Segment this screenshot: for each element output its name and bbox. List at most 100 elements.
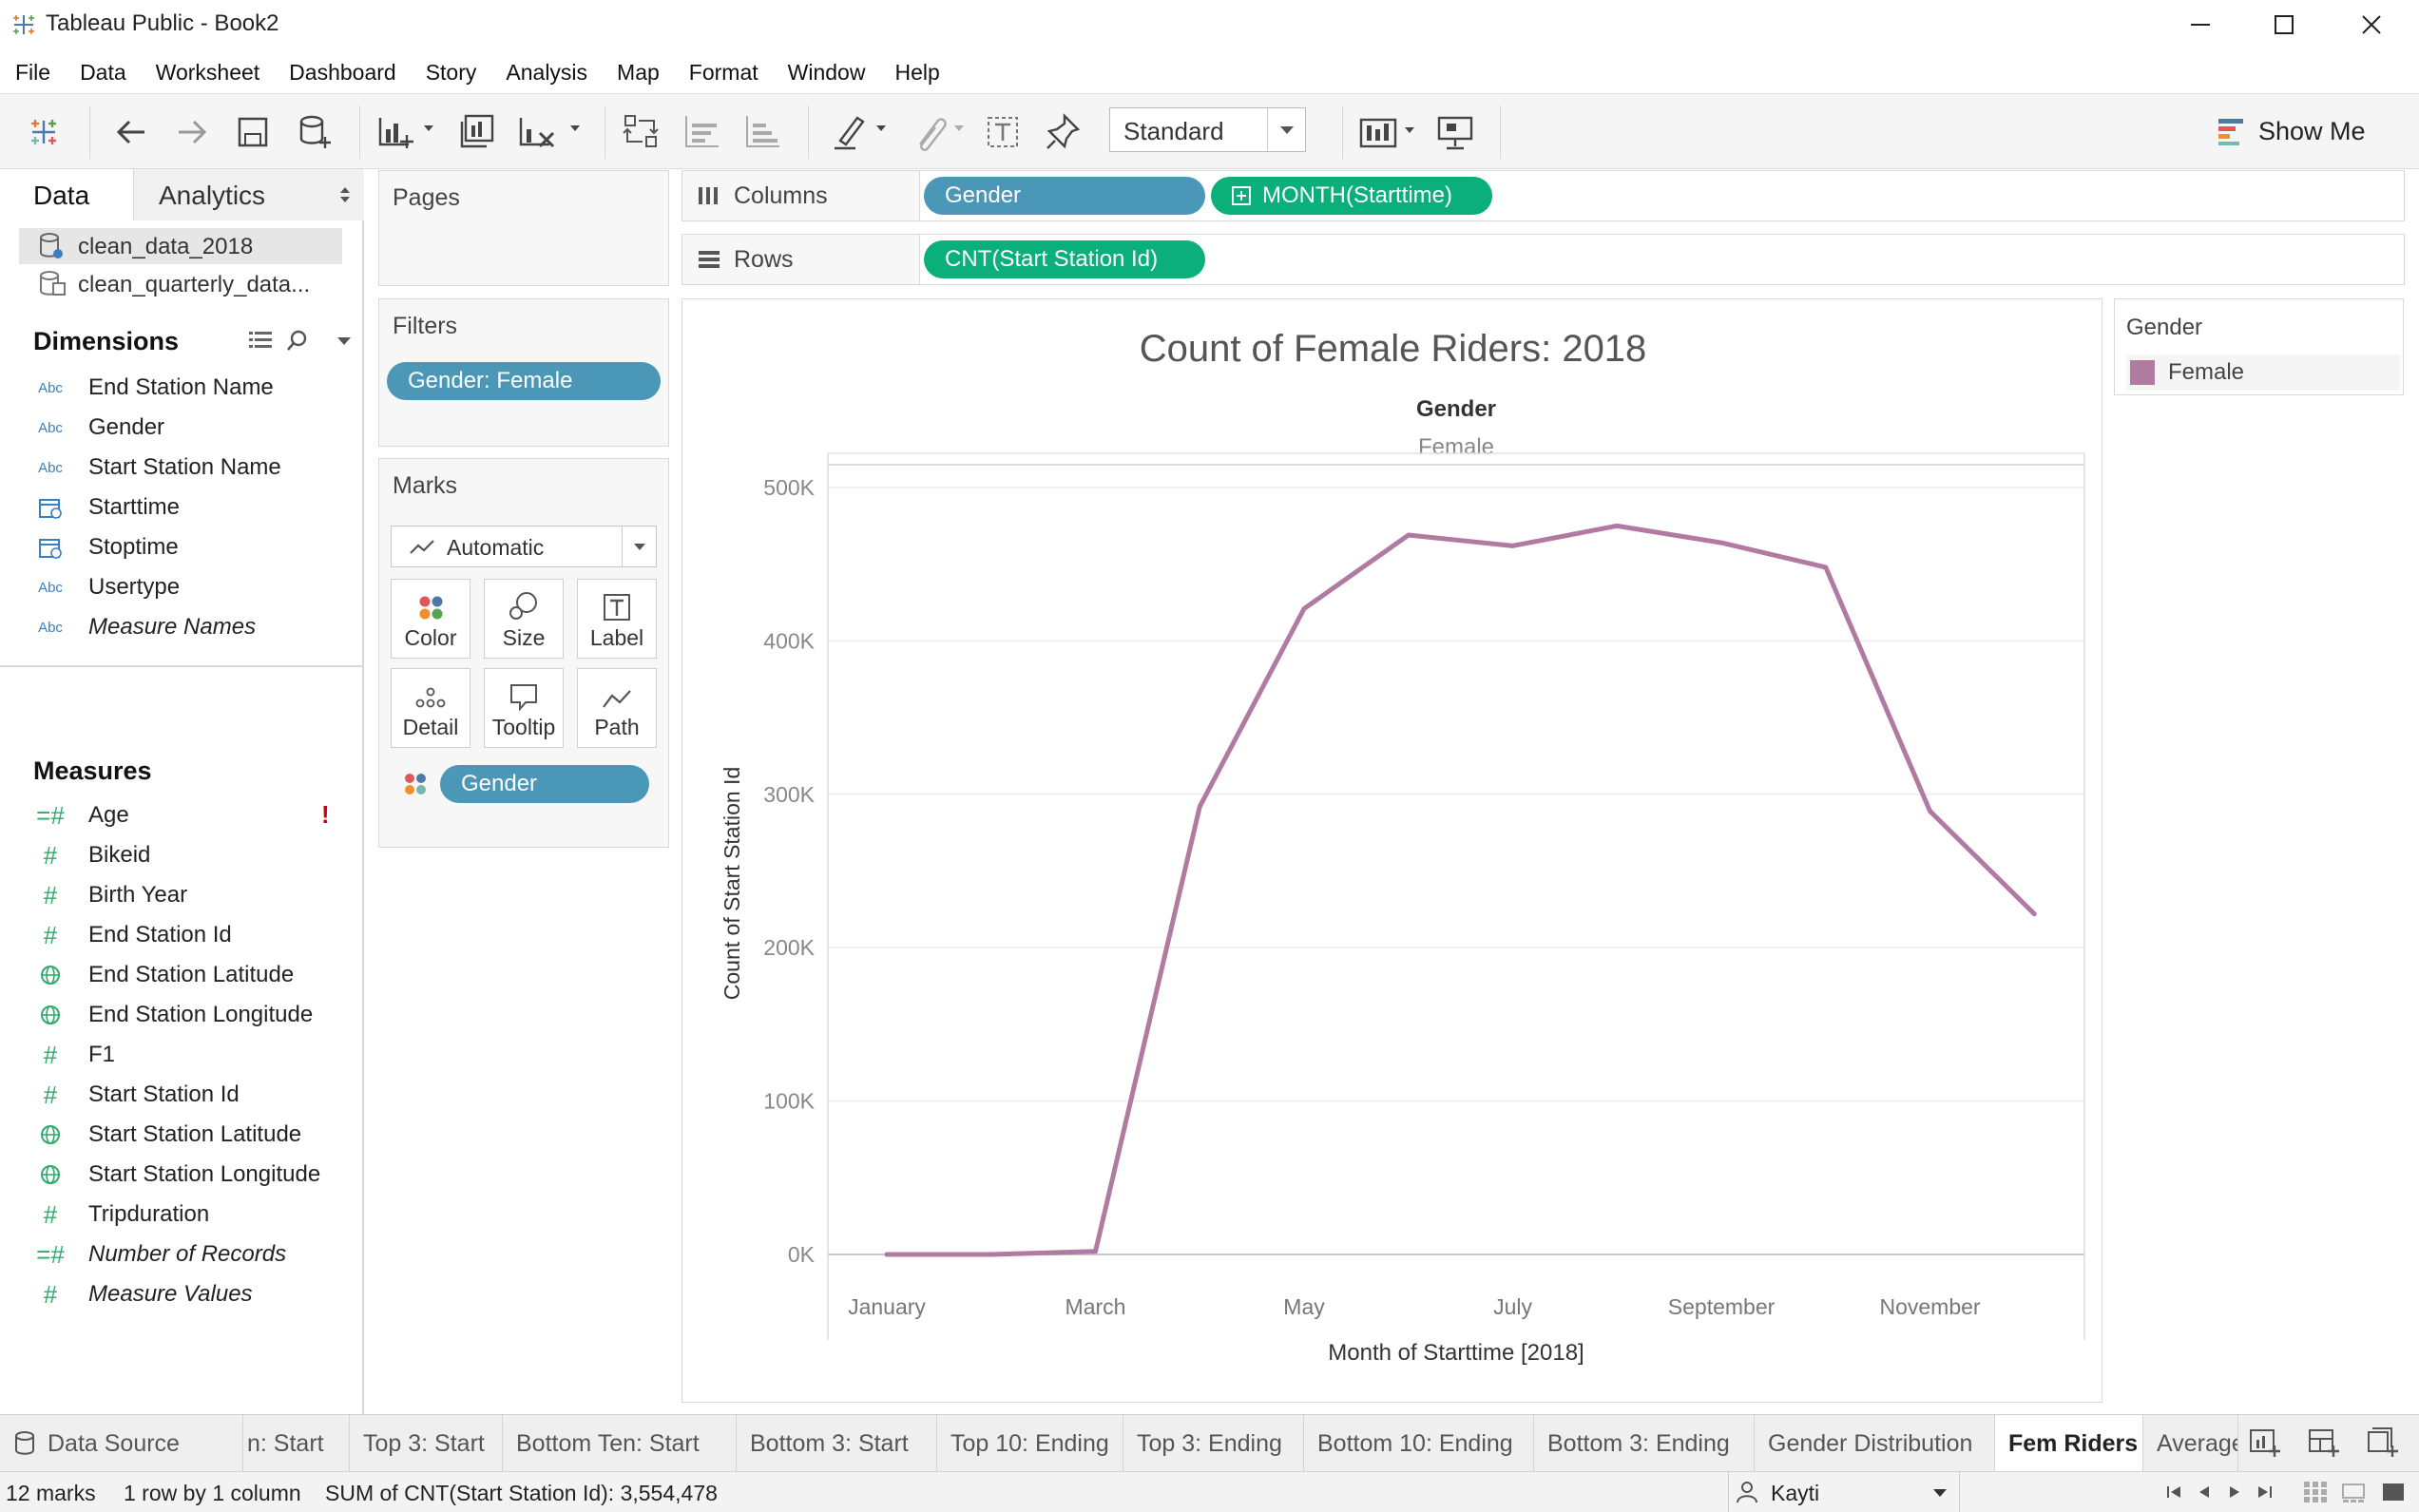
menu-format[interactable]: Format xyxy=(689,60,758,86)
dimension-field[interactable]: Abc Gender xyxy=(33,411,164,445)
new-worksheet-button[interactable] xyxy=(376,111,437,153)
tab-data[interactable]: Data xyxy=(0,169,133,220)
mark-type-select[interactable]: Automatic xyxy=(391,526,657,567)
measure-field[interactable]: # F1 xyxy=(33,1038,115,1072)
save-button[interactable] xyxy=(234,111,272,153)
tab-sheet[interactable]: Top 3: Start xyxy=(350,1415,503,1472)
menu-window[interactable]: Window xyxy=(788,60,866,86)
show-mark-labels-button[interactable] xyxy=(983,111,1023,153)
maximize-button[interactable] xyxy=(2241,0,2327,49)
columns-pill-month[interactable]: MONTH(Starttime) xyxy=(1211,177,1492,215)
measure-field[interactable]: End Station Latitude xyxy=(33,958,294,992)
tab-sheet[interactable]: Bottom 3: Ending xyxy=(1534,1415,1755,1472)
start-page-button[interactable] xyxy=(25,111,63,153)
marks-path-button[interactable]: Path xyxy=(577,668,657,748)
datasource-item[interactable]: clean_data_2018 xyxy=(19,228,342,264)
new-worksheet-tab-button[interactable] xyxy=(2249,1426,2281,1464)
chevron-down-icon[interactable] xyxy=(336,336,352,346)
measure-field[interactable]: Start Station Longitude xyxy=(33,1158,320,1192)
dimension-field[interactable]: Stoptime xyxy=(33,530,179,565)
rows-pill-count[interactable]: CNT(Start Station Id) xyxy=(924,240,1205,278)
next-sheet-icon[interactable] xyxy=(2226,1483,2243,1501)
tab-analytics[interactable]: Analytics xyxy=(133,169,364,220)
undo-button[interactable] xyxy=(112,111,150,153)
search-icon[interactable] xyxy=(287,330,308,351)
view-list-icon[interactable] xyxy=(249,331,272,350)
new-story-tab-button[interactable] xyxy=(2367,1426,2399,1464)
sort-ascending-button[interactable] xyxy=(682,111,722,153)
marks-color-button[interactable]: Color xyxy=(391,579,470,659)
highlight-button[interactable] xyxy=(831,111,892,153)
tab-sheet-active[interactable]: Fem Riders xyxy=(1995,1415,2143,1472)
minimize-button[interactable] xyxy=(2158,0,2243,49)
columns-shelf[interactable]: Columns Gender MONTH(Starttime) xyxy=(682,170,2405,221)
tabs-view-icon[interactable] xyxy=(2382,1482,2405,1502)
sort-descending-button[interactable] xyxy=(743,111,783,153)
new-dashboard-tab-button[interactable] xyxy=(2308,1426,2340,1464)
menu-data[interactable]: Data xyxy=(80,60,126,86)
user-menu[interactable]: Kayti xyxy=(1728,1472,1960,1512)
measure-field[interactable]: Start Station Latitude xyxy=(33,1118,301,1152)
marks-tooltip-button[interactable]: Tooltip xyxy=(484,668,564,748)
tab-data-source[interactable]: Data Source xyxy=(0,1415,243,1472)
measure-field[interactable]: =# Age xyxy=(33,798,129,833)
menu-dashboard[interactable]: Dashboard xyxy=(289,60,396,86)
marks-detail-button[interactable]: Detail xyxy=(391,668,470,748)
fit-select[interactable]: Standard xyxy=(1109,107,1306,152)
tab-sheet[interactable]: Top 10: Ending xyxy=(937,1415,1123,1472)
measure-field[interactable]: # Birth Year xyxy=(33,878,187,912)
measure-field[interactable]: =# Number of Records xyxy=(33,1237,286,1272)
legend-item-female[interactable]: Female xyxy=(2126,354,2400,391)
filter-pill-gender[interactable]: Gender: Female xyxy=(387,362,661,400)
group-members-button[interactable] xyxy=(909,111,970,153)
tab-sheet[interactable]: Top 3: Ending xyxy=(1123,1415,1304,1472)
dimension-field[interactable]: Abc Start Station Name xyxy=(33,450,281,485)
marks-color-pill-gender[interactable]: Gender xyxy=(440,765,649,803)
previous-sheet-icon[interactable] xyxy=(2196,1483,2213,1501)
columns-pill-gender[interactable]: Gender xyxy=(924,177,1205,215)
filters-card[interactable]: Filters Gender: Female xyxy=(378,298,669,447)
duplicate-sheet-button[interactable] xyxy=(458,111,498,153)
fix-axes-button[interactable] xyxy=(1044,111,1084,153)
menu-file[interactable]: File xyxy=(15,60,50,86)
swap-rows-columns-button[interactable] xyxy=(622,111,662,153)
presentation-mode-button[interactable] xyxy=(1435,111,1475,153)
measure-field[interactable]: # Start Station Id xyxy=(33,1078,240,1112)
menu-help[interactable]: Help xyxy=(894,60,939,86)
tab-sheet[interactable]: Bottom Ten: Start xyxy=(503,1415,737,1472)
measure-field[interactable]: # Tripduration xyxy=(33,1197,209,1232)
datasource-item[interactable]: clean_quarterly_data... xyxy=(19,266,342,302)
cards-visibility-button[interactable] xyxy=(1357,111,1418,153)
last-sheet-icon[interactable] xyxy=(2256,1483,2274,1501)
redo-button[interactable] xyxy=(173,111,211,153)
marks-label-button[interactable]: Label xyxy=(577,579,657,659)
dimension-field[interactable]: Abc End Station Name xyxy=(33,371,274,405)
marks-size-button[interactable]: Size xyxy=(484,579,564,659)
measure-field[interactable]: # End Station Id xyxy=(33,918,232,952)
menu-analysis[interactable]: Analysis xyxy=(506,60,587,86)
tab-sheet[interactable]: Average xyxy=(2143,1415,2238,1472)
tab-sheet[interactable]: n: Start xyxy=(243,1415,350,1472)
close-button[interactable] xyxy=(2329,0,2414,49)
measure-field[interactable]: # Bikeid xyxy=(33,838,151,872)
show-me-button[interactable]: Show Me xyxy=(2217,112,2366,150)
pages-card[interactable]: Pages xyxy=(378,170,669,286)
first-sheet-icon[interactable] xyxy=(2165,1483,2182,1501)
tab-sheet[interactable]: Bottom 10: Ending xyxy=(1304,1415,1534,1472)
measure-field[interactable]: End Station Longitude xyxy=(33,998,313,1032)
measure-field[interactable]: # Measure Values xyxy=(33,1277,253,1311)
tab-sheet[interactable]: Bottom 3: Start xyxy=(737,1415,937,1472)
filmstrip-icon[interactable] xyxy=(2342,1482,2365,1502)
clear-sheet-button[interactable] xyxy=(517,111,584,153)
tab-sheet[interactable]: Gender Distribution xyxy=(1755,1415,1995,1472)
line-chart[interactable]: 0K 100K 200K 300K 400K 500K January March May Jul… xyxy=(682,299,2103,1404)
dimension-field[interactable]: Abc Measure Names xyxy=(33,610,256,644)
menu-story[interactable]: Story xyxy=(426,60,477,86)
dimension-field[interactable]: Starttime xyxy=(33,490,180,525)
rows-shelf[interactable]: Rows CNT(Start Station Id) xyxy=(682,234,2405,285)
new-data-source-button[interactable] xyxy=(295,111,335,153)
menu-worksheet[interactable]: Worksheet xyxy=(156,60,260,86)
menu-map[interactable]: Map xyxy=(617,60,660,86)
dimension-field[interactable]: Abc Usertype xyxy=(33,570,180,604)
sheet-sorter-icon[interactable] xyxy=(2304,1482,2327,1502)
